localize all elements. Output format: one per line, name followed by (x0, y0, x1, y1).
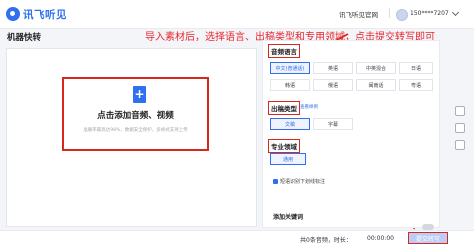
upload-label: 点击添加音频、视频 (97, 111, 174, 121)
upload-dropzone[interactable]: 点击添加音频、视频 准确率最高达98%，数据安全保护，多格式支持上传 (62, 77, 209, 151)
divider (389, 8, 390, 18)
lang-option-korean[interactable]: 韩语 (270, 79, 310, 91)
total-duration: 00:00:00 (367, 235, 394, 242)
chevron-down-icon[interactable] (451, 8, 460, 17)
lang-option-cantonese[interactable]: 粤语 (399, 79, 433, 91)
top-bar: 讯飞听见 讯飞听见官网 150****7207 (0, 0, 474, 29)
smart-label-checkbox[interactable] (273, 179, 278, 184)
lang-option-english[interactable]: 英语 (313, 62, 353, 74)
help-icon[interactable] (455, 106, 465, 116)
output-option-subtitle[interactable]: 字幕 (313, 118, 353, 130)
view-sample-link[interactable]: 查看样例 (300, 104, 318, 110)
bottom-bar (0, 230, 474, 249)
avatar[interactable] (396, 9, 408, 21)
official-site-link[interactable]: 讯飞听见官网 (339, 9, 378, 19)
logo[interactable]: 讯飞听见 (6, 6, 67, 22)
logo-text: 讯飞听见 (23, 8, 67, 21)
domain-option-general[interactable]: 通用 (270, 153, 306, 165)
iflyrec-logo-icon (6, 7, 20, 21)
lang-option-mandarin[interactable]: 中文(普通话) (270, 62, 310, 74)
keywords-title: 添加关键词 (273, 214, 304, 221)
lang-option-japanese[interactable]: 日语 (399, 62, 433, 74)
audio-language-title: 音频语言 (268, 44, 300, 58)
page-title: 机器快转 (7, 33, 42, 43)
lang-option-minnan[interactable]: 闽南话 (356, 79, 396, 91)
domain-title: 专业领域 (268, 139, 300, 153)
feedback-icon[interactable] (455, 140, 465, 150)
audio-summary: 共0条音频，时长： (300, 237, 352, 244)
output-option-doc[interactable]: 文稿 (270, 118, 310, 130)
lang-option-mixed[interactable]: 中英混合 (356, 62, 396, 74)
user-phone[interactable]: 150****7207 (410, 10, 449, 17)
side-toolbar (455, 106, 467, 157)
smart-label-text: 短语识别下划线标注 (280, 179, 326, 185)
chat-icon[interactable] (455, 123, 465, 133)
lang-option-russian[interactable]: 俄语 (313, 79, 353, 91)
add-file-icon (133, 86, 146, 103)
upload-hint: 准确率最高达98%，数据安全保护，多格式支持上传 (83, 128, 188, 133)
submit-button[interactable]: 提交转写 (408, 232, 448, 244)
output-type-title: 出稿类型 (268, 101, 300, 115)
